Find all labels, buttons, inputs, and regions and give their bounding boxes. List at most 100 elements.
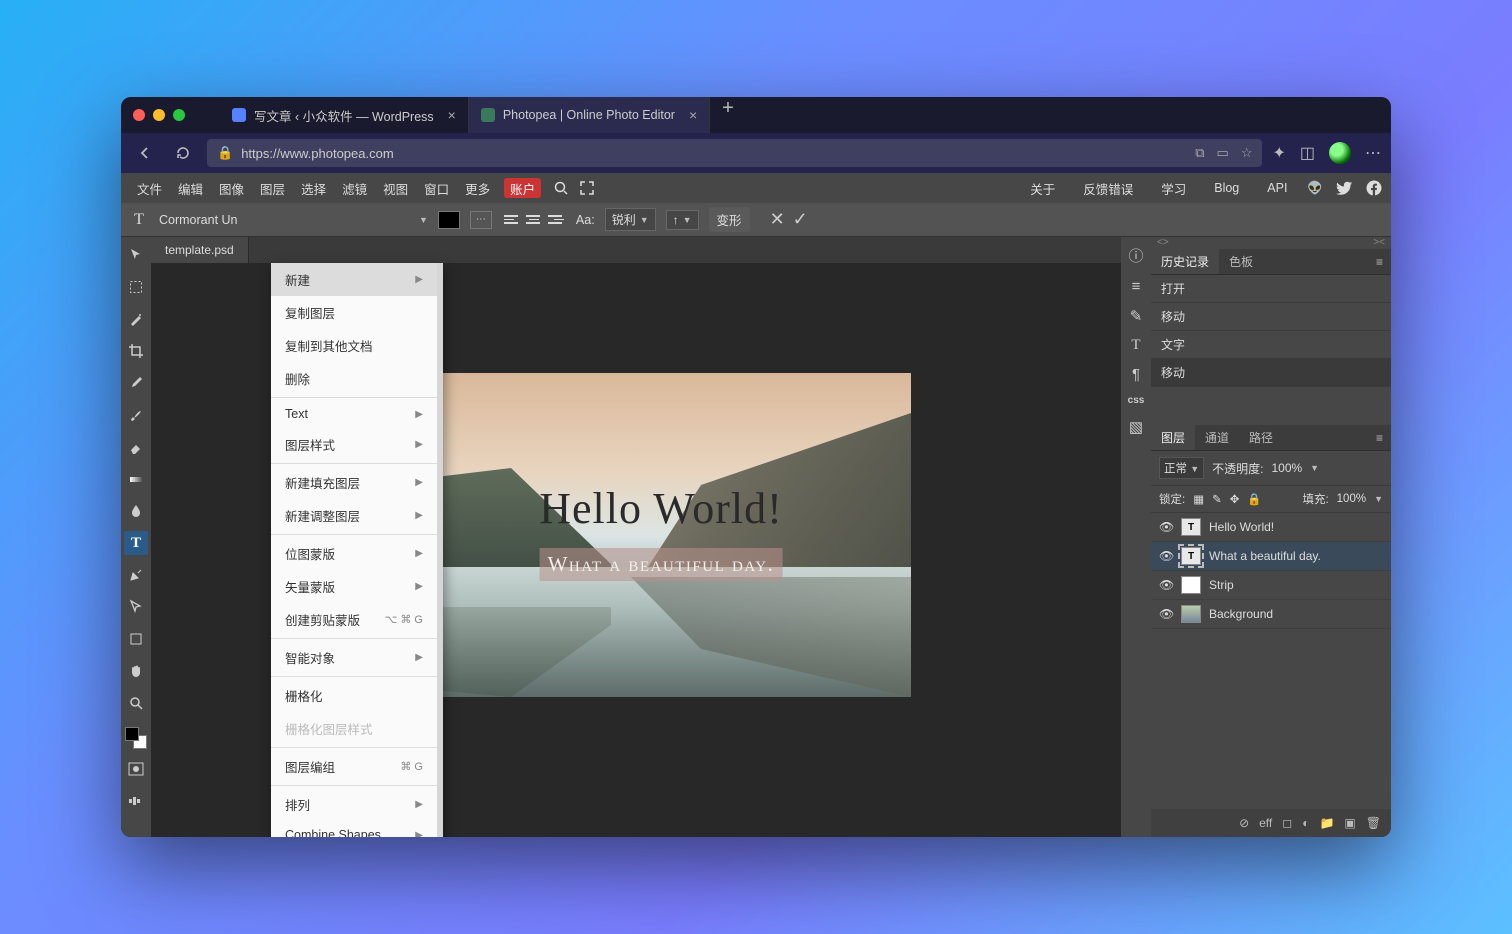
quickmask-button[interactable] [124,757,148,781]
browser-tab-2[interactable]: Photopea | Online Photo Editor × [469,97,710,133]
text-color-swatch[interactable] [438,211,460,229]
minimize-window-button[interactable] [153,109,165,121]
warp-text-button[interactable]: 变形 [709,207,750,232]
visibility-toggle-icon[interactable]: 👁 [1159,520,1173,534]
menu-account[interactable]: 账户 [504,178,541,198]
canvas-subhead-selection[interactable]: What a beautiful day. [540,548,783,581]
link-feedback[interactable]: 反馈错误 [1075,179,1141,198]
history-item[interactable]: 移动 [1151,359,1391,387]
hand-tool[interactable] [124,659,148,683]
menu-select[interactable]: 选择 [293,173,334,203]
collapse-left-icon[interactable]: <> [1157,237,1169,249]
menu-item[interactable]: 复制图层 [271,296,437,329]
align-right-button[interactable] [546,211,566,229]
overflow-menu-icon[interactable]: ⋯ [1365,143,1381,163]
menu-item[interactable]: 矢量蒙版▶ [271,570,437,603]
menu-item[interactable]: 创建剪贴蒙版⌥ ⌘ G [271,603,437,636]
eraser-tool[interactable] [124,435,148,459]
close-tab-icon[interactable]: × [689,107,697,123]
antialias-select[interactable]: 锐利 ▼ [605,208,656,231]
type-tool[interactable]: T [124,531,148,555]
collapse-right-icon[interactable]: >< [1373,237,1385,249]
extensions-icon[interactable]: ✦ [1272,143,1285,163]
chevron-down-icon[interactable]: ▼ [1374,494,1383,504]
screen-mode-button[interactable] [124,789,148,813]
history-item[interactable]: 打开 [1151,275,1391,303]
menu-view[interactable]: 视图 [375,173,416,203]
add-mask-icon[interactable]: ◻ [1282,816,1292,830]
layer-name[interactable]: Strip [1209,578,1234,592]
menu-item[interactable]: 智能对象▶ [271,641,437,674]
commit-button[interactable]: ✓ [793,209,808,230]
menu-window[interactable]: 窗口 [416,173,457,203]
link-layers-icon[interactable]: ⊘ [1239,816,1249,830]
character-panel-icon[interactable]: T [1131,337,1140,354]
panel-menu-icon[interactable]: ≡ [1368,255,1391,269]
canvas-headline-text[interactable]: Hello World! [411,483,911,534]
close-window-button[interactable] [133,109,145,121]
history-item[interactable]: 文字 [1151,331,1391,359]
chevron-down-icon[interactable]: ▼ [1310,463,1319,473]
lock-position-icon[interactable]: ✥ [1230,492,1240,506]
layer-row[interactable]: 👁TWhat a beautiful day. [1151,542,1391,571]
menu-item[interactable]: 图层样式▶ [271,428,437,461]
cancel-button[interactable]: ✕ [770,209,785,230]
gradient-tool[interactable] [124,467,148,491]
new-tab-button[interactable]: + [710,97,746,133]
adjustment-layer-icon[interactable]: ◐ [1302,816,1309,830]
layer-thumbnail[interactable] [1181,576,1201,594]
path-select-tool[interactable] [124,595,148,619]
blend-mode-select[interactable]: 正常 ▼ [1159,457,1204,479]
menu-item[interactable]: 位图蒙版▶ [271,537,437,570]
menu-item[interactable]: 复制到其他文档 [271,329,437,362]
text-style-swatch[interactable]: ⋯ [470,211,492,229]
menu-item[interactable]: Text▶ [271,400,437,428]
fg-bg-colors[interactable] [125,727,147,749]
menu-more[interactable]: 更多 [457,173,498,203]
layer-row[interactable]: 👁Strip [1151,571,1391,600]
paragraph-panel-icon[interactable]: ¶ [1132,366,1140,383]
sidebar-icon[interactable]: ◫ [1300,143,1315,163]
maximize-window-button[interactable] [173,109,185,121]
menu-item[interactable]: 图层编组⌘ G [271,750,437,783]
font-family-field[interactable]: Cormorant Un [159,213,249,227]
bookmark-icon[interactable]: ☆ [1241,145,1253,161]
brush-tool[interactable] [124,403,148,427]
properties-panel-icon[interactable]: ≡ [1132,278,1141,295]
fill-value[interactable]: 100% [1337,493,1366,505]
canvas[interactable]: Hello World! What a beautiful day. [411,373,911,697]
align-center-button[interactable] [524,211,544,229]
eyedropper-tool[interactable] [124,371,148,395]
layer-row[interactable]: 👁THello World! [1151,513,1391,542]
menu-item[interactable]: Combine Shapes▶ [271,821,437,837]
zoom-tool[interactable] [124,691,148,715]
twitter-icon[interactable] [1335,179,1353,197]
new-folder-icon[interactable]: 📁 [1319,816,1334,830]
tab-history[interactable]: 历史记录 [1151,249,1219,274]
menu-item[interactable]: 排列▶ [271,788,437,821]
menu-item[interactable]: 删除 [271,362,437,395]
lock-transparent-icon[interactable]: ▦ [1193,492,1204,506]
pen-tool[interactable] [124,563,148,587]
fullscreen-icon[interactable] [579,180,595,196]
info-panel-icon[interactable]: ⓘ [1128,245,1143,266]
tab-swatches[interactable]: 色板 [1219,249,1263,274]
document-tab[interactable]: template.psd [151,237,249,263]
menu-image[interactable]: 图像 [211,173,252,203]
blur-tool[interactable] [124,499,148,523]
link-blog[interactable]: Blog [1206,181,1247,195]
back-button[interactable] [131,139,159,167]
facebook-icon[interactable] [1365,179,1383,197]
reddit-icon[interactable]: 👽 [1307,181,1323,196]
tab-paths[interactable]: 路径 [1239,425,1283,450]
panel-menu-icon[interactable]: ≡ [1368,431,1391,445]
delete-layer-icon[interactable]: 🗑 [1366,816,1381,830]
visibility-toggle-icon[interactable]: 👁 [1159,607,1173,621]
link-api[interactable]: API [1259,181,1295,195]
reload-button[interactable] [169,139,197,167]
css-panel-icon[interactable]: css [1128,395,1145,406]
layer-row[interactable]: 👁 Background [1151,600,1391,629]
marquee-tool[interactable] [124,275,148,299]
layer-name[interactable]: Background [1209,607,1273,621]
menu-filter[interactable]: 滤镜 [334,173,375,203]
